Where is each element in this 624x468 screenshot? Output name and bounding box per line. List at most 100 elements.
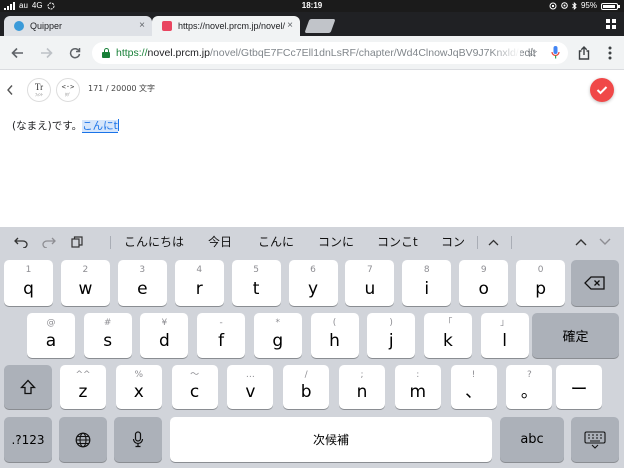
chevron-down-icon	[599, 238, 611, 245]
key-primary-label: l	[502, 331, 507, 351]
key-1-0[interactable]: @ a	[27, 313, 75, 358]
key-1-5[interactable]: (h	[310, 313, 359, 358]
key-2-7[interactable]: !、	[450, 365, 497, 409]
back-button[interactable]	[3, 36, 31, 70]
tab-quipper[interactable]: Quipper ×	[4, 16, 152, 36]
key-primary-label: j	[388, 331, 394, 351]
key-1-7[interactable]: 「k	[423, 313, 472, 358]
new-tab-button[interactable]	[304, 19, 336, 33]
key-1-1[interactable]: # s	[83, 313, 132, 358]
key-primary-label: b	[300, 382, 312, 402]
key-1-4[interactable]: * g	[253, 313, 302, 358]
backspace-key[interactable]	[571, 260, 619, 306]
more-vert-icon	[608, 46, 612, 60]
paste-button[interactable]	[66, 227, 88, 257]
dismiss-keyboard-key[interactable]	[571, 417, 619, 462]
key-2-4[interactable]: / b	[283, 365, 330, 409]
key-2-0[interactable]: ^^ z	[60, 365, 106, 409]
address-bar[interactable]: https://novel.prcm.jp/novel/GtbqE7FCc7El…	[92, 42, 568, 64]
reload-button[interactable]	[61, 36, 89, 70]
confirm-key[interactable]: 確定	[532, 313, 619, 358]
key-0-4[interactable]: 5t	[231, 260, 281, 306]
key-0-1[interactable]: 2w	[60, 260, 110, 306]
editor-text-area[interactable]: (なまえ)です。こんにt	[12, 118, 120, 134]
numbers-key[interactable]: .?123	[4, 417, 52, 462]
tab-switcher-icon[interactable]	[606, 19, 616, 29]
key-primary-label: t	[252, 279, 260, 299]
candidate-item[interactable]: 今日	[208, 227, 232, 257]
key-primary-label: z	[78, 382, 88, 402]
abc-key[interactable]: abc	[500, 417, 564, 462]
key-primary-label: a	[45, 331, 57, 351]
key-secondary-label: 5	[253, 265, 259, 275]
reload-icon	[69, 47, 81, 59]
numbers-key-label: .?123	[11, 432, 45, 447]
key-2-2[interactable]: 〜 c	[171, 365, 218, 409]
space-key-label: 次候補	[312, 433, 349, 447]
forward-button[interactable]	[32, 36, 60, 70]
key-0-9[interactable]: 0p	[516, 260, 566, 306]
key-0-5[interactable]: 6y	[288, 260, 338, 306]
save-check-button[interactable]	[590, 78, 614, 102]
quipper-favicon-icon	[14, 21, 24, 31]
character-count: 171 / 20000 文字	[88, 84, 156, 93]
shift-key[interactable]	[4, 365, 52, 409]
redo-button[interactable]	[38, 227, 60, 257]
candidate-item[interactable]: こんに	[258, 227, 294, 257]
key-2-3[interactable]: … v	[227, 365, 274, 409]
key-secondary-label: 0	[537, 265, 544, 275]
close-tab-icon[interactable]: ×	[139, 16, 145, 36]
editor-back-button[interactable]	[6, 81, 14, 100]
key-secondary-label: ^^	[75, 370, 91, 380]
globe-key[interactable]	[59, 417, 107, 462]
key-0-8[interactable]: 9o	[459, 260, 509, 306]
voice-search-icon[interactable]	[551, 45, 560, 61]
battery-percent: 95%	[580, 1, 597, 10]
next-field-button[interactable]	[595, 227, 615, 257]
key-2-5[interactable]: ; n	[339, 365, 385, 409]
key-primary-label: f	[218, 331, 225, 351]
key-2-8[interactable]: ?。	[506, 365, 553, 409]
key-primary-label: o	[478, 279, 489, 299]
candidate-item[interactable]: コン	[441, 227, 465, 257]
more-menu-button[interactable]	[596, 36, 624, 70]
key-1-6[interactable]: ) j	[367, 313, 416, 358]
key-2-1[interactable]: % x	[115, 365, 162, 409]
screen: { "status_bar": { "carrier": "au", "netw…	[0, 0, 624, 468]
bookmark-star-icon[interactable]: ☆	[526, 42, 538, 64]
share-button[interactable]	[570, 36, 598, 70]
key-primary-label: r	[195, 279, 203, 299]
long-vowel-key[interactable]: ー	[556, 365, 602, 409]
key-1-8[interactable]: 」 l	[480, 313, 529, 358]
key-0-3[interactable]: 4r	[174, 260, 224, 306]
key-1-2[interactable]: ¥ d	[140, 313, 189, 358]
location-icon	[561, 2, 568, 9]
candidate-item[interactable]: コンこt	[377, 227, 418, 257]
tag-button[interactable]: <·> ﾀｸﾞ	[56, 78, 80, 102]
undo-button[interactable]	[10, 227, 32, 257]
key-1-3[interactable]: -f	[197, 313, 246, 358]
expand-candidates-button[interactable]	[483, 227, 503, 257]
previous-field-button[interactable]	[571, 227, 591, 257]
candidate-item[interactable]: こんにちは	[124, 227, 184, 257]
font-icon: Tr	[34, 82, 44, 92]
key-primary-label: k	[442, 331, 453, 351]
space-key[interactable]: 次候補	[170, 417, 492, 462]
abc-key-label: abc	[520, 432, 544, 447]
key-0-6[interactable]: 7u	[345, 260, 395, 306]
candidate-item[interactable]: コンに	[318, 227, 354, 257]
key-secondary-label: ;	[360, 370, 364, 380]
key-secondary-label: 〜	[190, 370, 200, 380]
dictation-key[interactable]	[114, 417, 162, 462]
key-0-2[interactable]: 3e	[117, 260, 167, 306]
key-primary-label: u	[364, 279, 376, 299]
text-caret	[117, 119, 120, 131]
close-tab-icon[interactable]: ×	[287, 16, 293, 36]
key-2-6[interactable]: :m	[394, 365, 441, 409]
key-primary-label: q	[23, 279, 34, 299]
share-icon	[578, 46, 590, 60]
key-0-7[interactable]: 8i	[402, 260, 452, 306]
key-0-0[interactable]: 1q	[4, 260, 53, 306]
tab-novel[interactable]: https://novel.prcm.jp/novel/ ×	[152, 16, 300, 36]
font-button[interactable]: Tr ﾌｫﾝﾄ	[27, 78, 51, 102]
